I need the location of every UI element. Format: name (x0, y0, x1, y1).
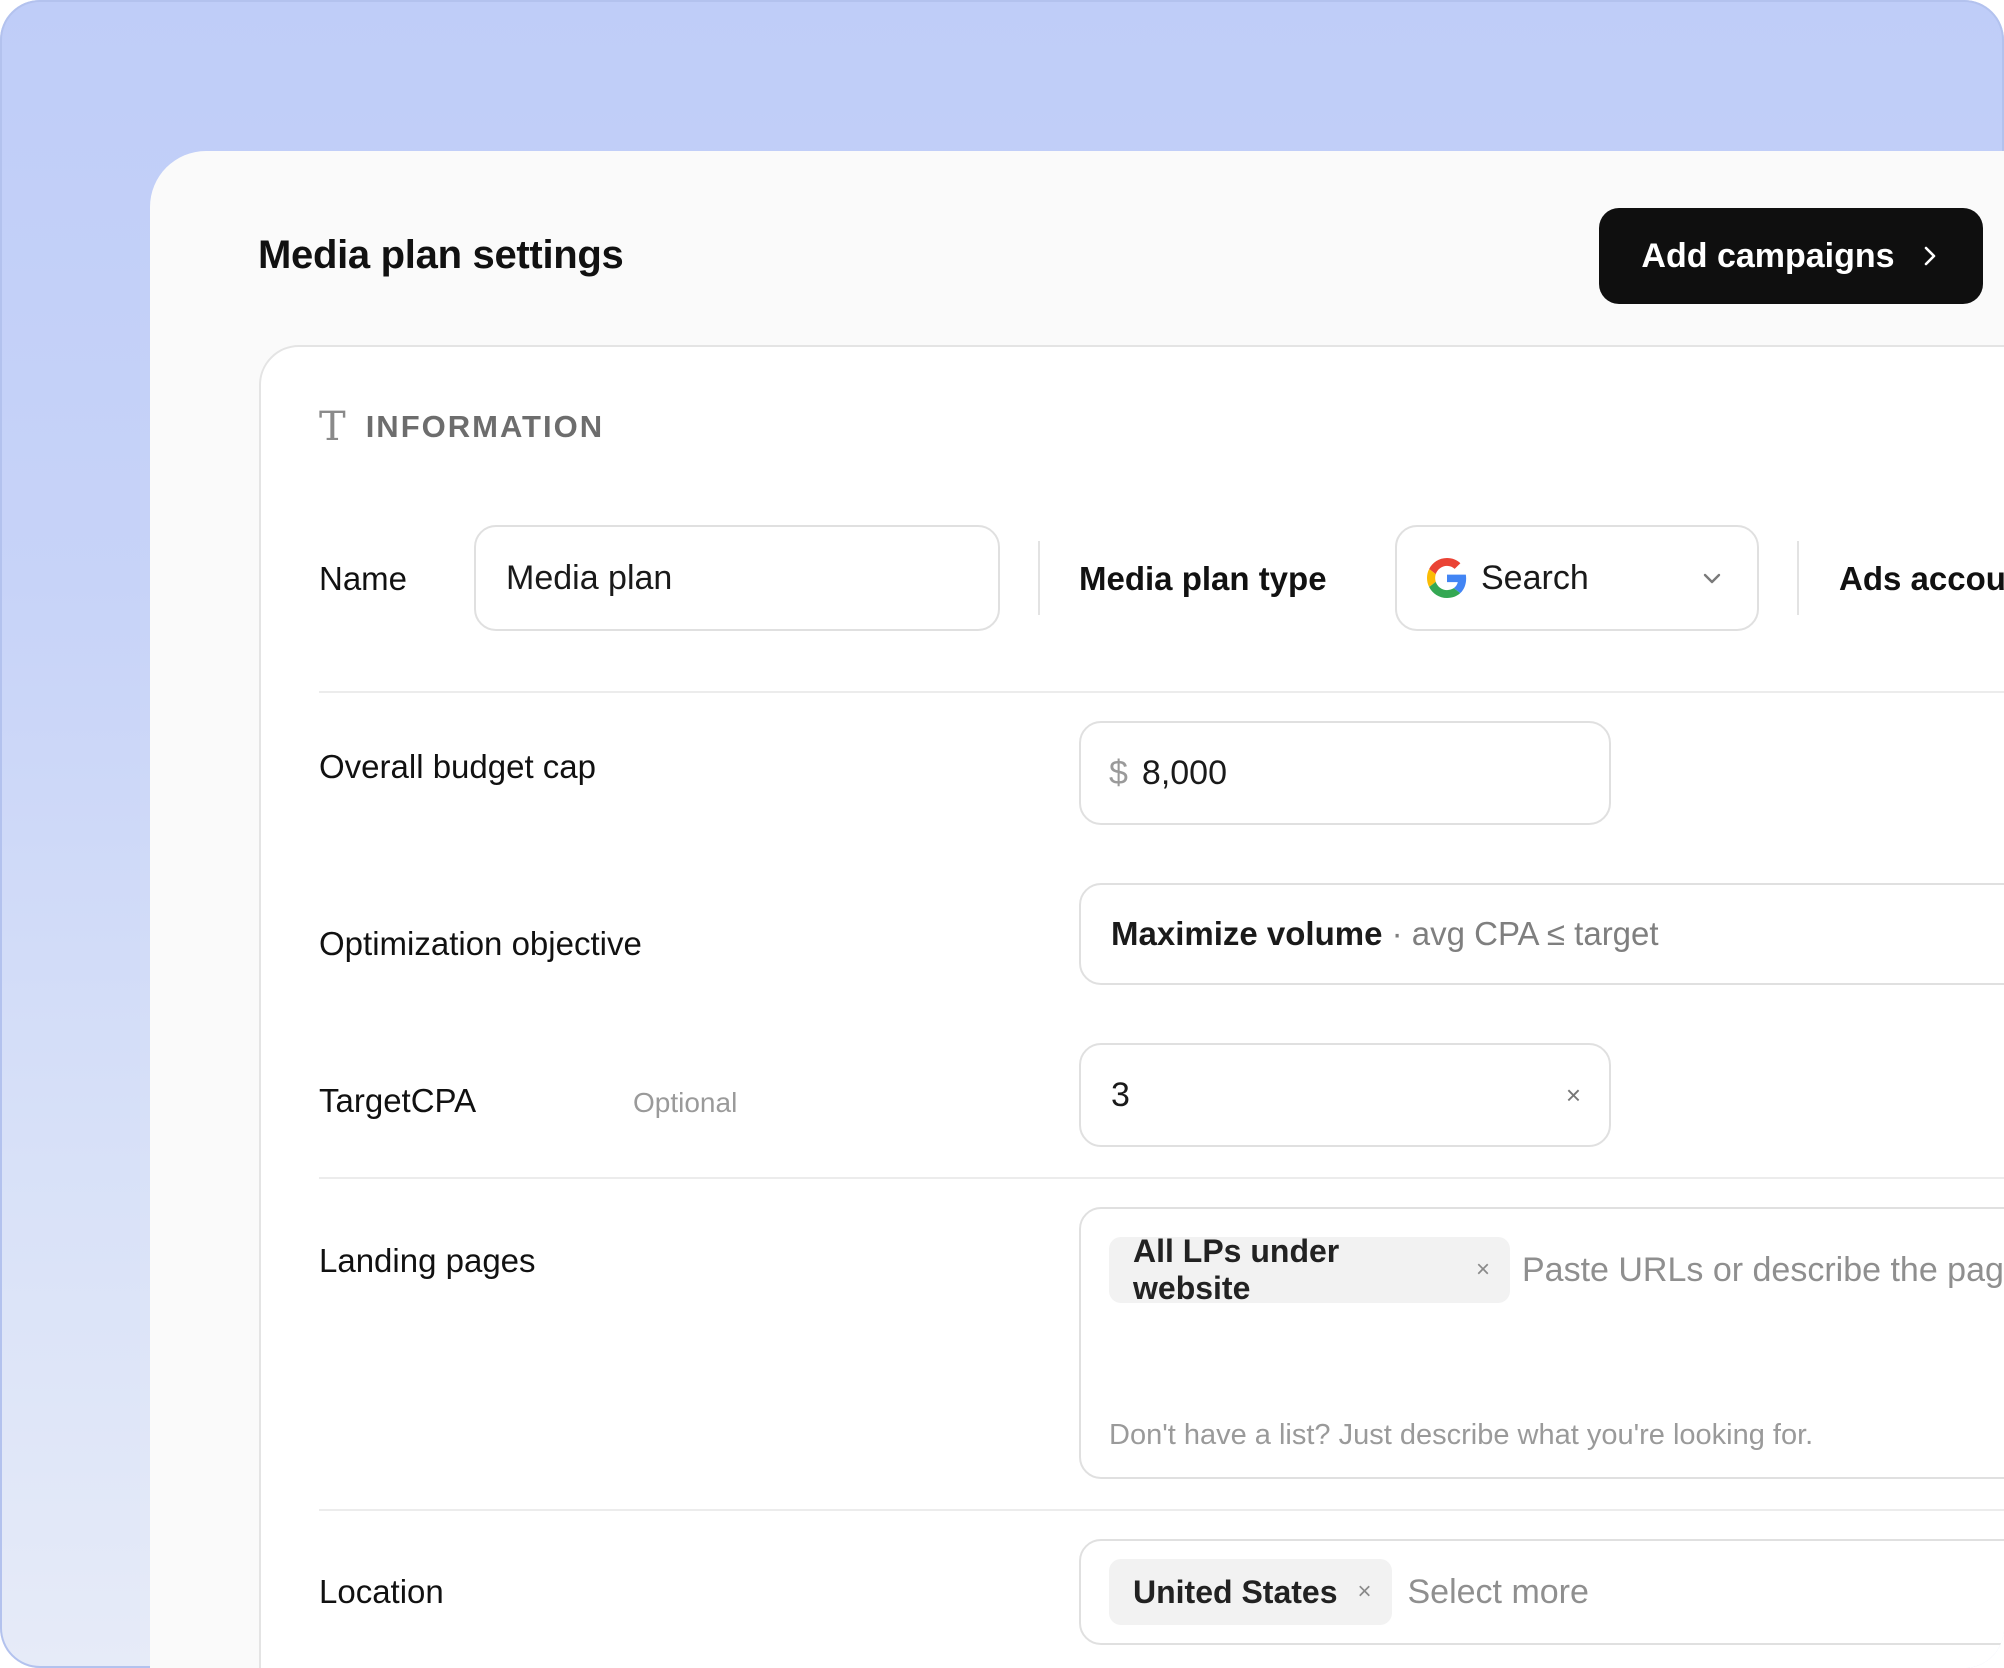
remove-chip-icon[interactable]: × (1357, 1578, 1371, 1606)
section-title: INFORMATION (365, 409, 605, 444)
name-input[interactable]: Media plan (474, 525, 1000, 631)
objective-select[interactable]: Maximize volume · avg CPA ≤ target (1079, 883, 2004, 985)
media-plan-type-select[interactable]: Search (1395, 525, 1759, 631)
row-divider (319, 1177, 2004, 1179)
media-plan-type-value: Search (1481, 558, 1589, 597)
budget-input[interactable]: $ 8,000 (1079, 721, 1611, 825)
target-cpa-input[interactable]: 3 × (1079, 1043, 1611, 1147)
chip-label: All LPs under website (1133, 1233, 1340, 1306)
app-frame: Media plan settings Add campaigns T INFO… (0, 0, 2004, 1668)
location-placeholder: Select more (1407, 1572, 1589, 1611)
remove-chip-icon[interactable]: × (1476, 1256, 1490, 1284)
location-input[interactable]: United States × Select more (1079, 1539, 2004, 1645)
name-input-value: Media plan (506, 558, 673, 597)
landing-pages-label: Landing pages (319, 1242, 536, 1279)
clear-icon[interactable]: × (1566, 1080, 1581, 1111)
add-campaigns-label: Add campaigns (1641, 236, 1895, 275)
row-divider (319, 691, 2004, 693)
objective-label: Optimization objective (319, 925, 642, 962)
landing-pages-placeholder: Paste URLs or describe the pages you wa (1521, 1250, 2004, 1289)
section-header: T INFORMATION (319, 407, 604, 447)
landing-pages-input[interactable]: All LPs under website × Paste URLs or de… (1079, 1207, 2004, 1479)
location-label: Location (319, 1573, 444, 1610)
information-card: T INFORMATION Name Media plan Media plan… (259, 345, 2004, 1668)
row-divider (319, 1509, 2004, 1511)
location-chip[interactable]: United States × (1109, 1559, 1392, 1625)
media-plan-type-label: Media plan type (1079, 560, 1327, 597)
chip-label: United States (1133, 1573, 1338, 1610)
page-title: Media plan settings (258, 233, 624, 277)
add-campaigns-button[interactable]: Add campaigns (1599, 208, 1983, 304)
objective-value-rest: · avg CPA ≤ target (1382, 915, 1659, 952)
chevron-right-icon (1924, 246, 1935, 266)
chevron-down-icon (1703, 573, 1721, 584)
target-cpa-value: 3 (1111, 1075, 1130, 1114)
currency-symbol: $ (1109, 753, 1128, 792)
target-cpa-label: TargetCPA (319, 1082, 477, 1119)
ads-account-label: Ads accou (1839, 560, 2004, 597)
divider (1038, 541, 1040, 615)
landing-pages-hint: Don't have a list? Just describe what yo… (1109, 1419, 1814, 1451)
google-icon (1427, 558, 1467, 598)
budget-value: 8,000 (1141, 753, 1228, 792)
optional-tag: Optional (633, 1087, 738, 1118)
divider (1797, 541, 1799, 615)
budget-label: Overall budget cap (319, 748, 597, 785)
objective-value-bold: Maximize volume (1111, 915, 1383, 952)
text-type-icon: T (319, 404, 346, 450)
landing-page-chip[interactable]: All LPs under website × (1109, 1233, 1510, 1306)
name-label: Name (319, 560, 408, 597)
settings-panel: Media plan settings Add campaigns T INFO… (150, 151, 2004, 1668)
